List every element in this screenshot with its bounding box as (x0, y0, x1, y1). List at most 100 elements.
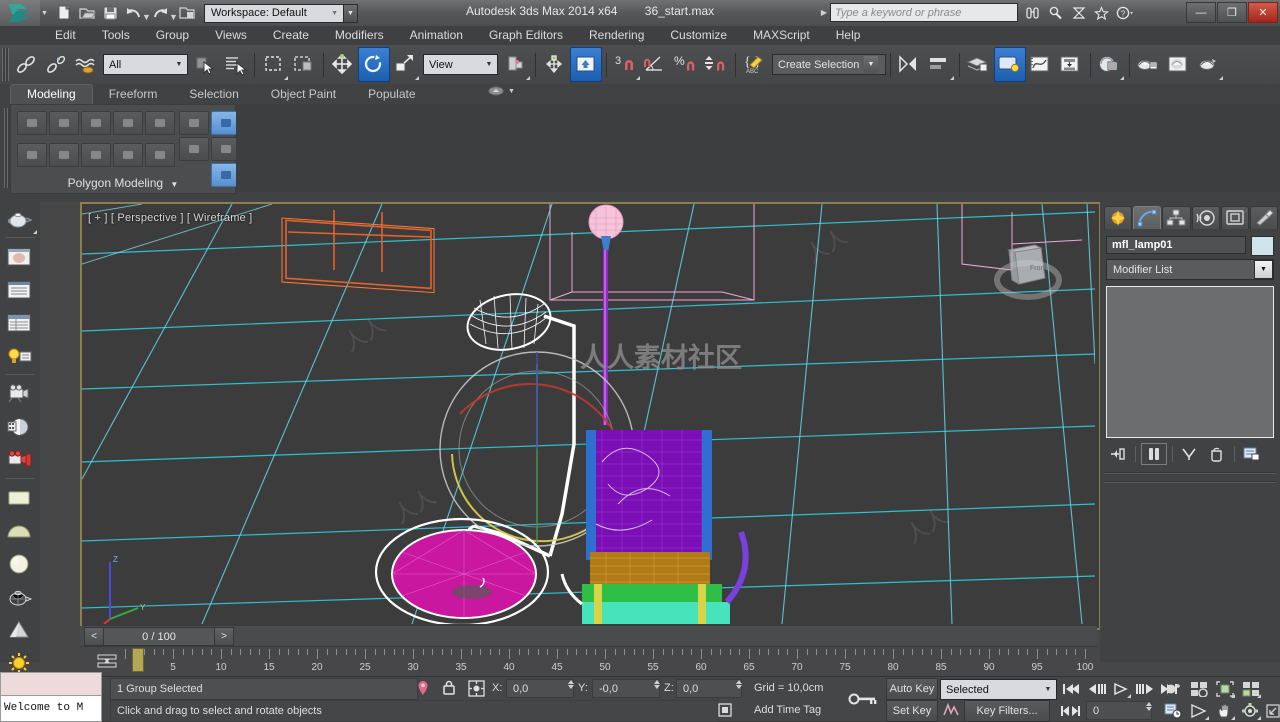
cone-primitive-icon[interactable] (0, 613, 38, 646)
mirror-icon[interactable] (895, 48, 925, 81)
key-mode-combo[interactable]: Selected ▼ (940, 679, 1057, 700)
set-key-button[interactable]: Set Key (886, 700, 938, 722)
ribbon-tab-selection[interactable]: Selection (173, 85, 254, 104)
absolute-relative-transform-icon[interactable] (466, 679, 486, 697)
maxscript-mini-listener[interactable]: Welcome to M (0, 672, 102, 722)
select-by-name-icon[interactable] (220, 48, 250, 81)
search-binoculars-icon[interactable] (1022, 3, 1043, 22)
sphere-primitive-icon[interactable] (0, 547, 38, 580)
menu-item-group[interactable]: Group (143, 26, 202, 45)
motion-tab[interactable] (1191, 206, 1220, 229)
menu-item-edit[interactable]: Edit (42, 26, 89, 45)
ribbon-tab-populate[interactable]: Populate (352, 85, 431, 104)
viewcube[interactable]: Front (989, 234, 1067, 312)
adaptive-degradation-icon[interactable] (716, 701, 734, 719)
subobject-level-icon[interactable] (145, 143, 175, 167)
select-and-scale-icon[interactable] (390, 48, 420, 81)
infocenter-expand-caret-icon[interactable]: ▶ (818, 8, 830, 17)
minimize-button[interactable]: — (1186, 2, 1216, 23)
goto-start-button[interactable] (1060, 679, 1082, 699)
favorites-star-icon[interactable] (1091, 3, 1112, 22)
auto-key-button[interactable]: Auto Key (886, 678, 938, 700)
open-file-icon[interactable] (76, 2, 98, 24)
shading-sphere-icon[interactable] (0, 410, 38, 443)
select-and-rotate-icon[interactable] (358, 47, 390, 82)
new-scene-icon[interactable] (53, 2, 75, 24)
modify-tab[interactable] (1133, 206, 1162, 229)
menu-item-create[interactable]: Create (260, 26, 322, 45)
select-and-manipulate-icon[interactable] (540, 48, 570, 81)
keyboard-shortcut-override-icon[interactable] (570, 47, 602, 82)
paint-connect-icon[interactable] (113, 143, 143, 167)
orbit-button[interactable] (1240, 701, 1262, 721)
make-unique-icon[interactable] (1178, 444, 1202, 464)
time-configuration-button[interactable] (1162, 701, 1184, 721)
menu-item-tools[interactable]: Tools (89, 26, 143, 45)
object-color-swatch[interactable] (1251, 236, 1274, 256)
remove-modifier-icon[interactable] (1205, 444, 1229, 464)
track-bar[interactable]: 5 10 15 20 25 30 35 40 45 50 55 60 65 70 75 80 85 90 95 100 (80, 646, 1097, 677)
ribbon-overflow-button[interactable]: ▼ (480, 84, 523, 99)
menu-item-views[interactable]: Views (202, 26, 260, 45)
ribbon-tab-freeform[interactable]: Freeform (93, 85, 174, 104)
render-production-icon[interactable] (1194, 48, 1224, 81)
plane-primitive-icon[interactable] (0, 481, 38, 514)
viewport-label[interactable]: [ + ] [ Perspective ] [ Wireframe ] (88, 212, 252, 224)
search-input[interactable]: Type a keyword or phrase (830, 3, 1018, 22)
undo-icon[interactable] (122, 2, 144, 24)
polygon-modeling-panel-label[interactable]: Polygon Modeling ▼ (11, 176, 235, 190)
menu-item-animation[interactable]: Animation (397, 26, 476, 45)
subscription-icon[interactable] (1068, 3, 1089, 22)
help-icon[interactable]: ? (1114, 3, 1135, 22)
close-button[interactable]: ✕ (1248, 2, 1278, 23)
named-selection-sets-combo[interactable]: Create Selection Se ▼ (772, 54, 886, 75)
rendered-frame-window-icon[interactable] (1164, 48, 1194, 81)
repeat-last-icon[interactable] (49, 143, 79, 167)
light-lister-icon[interactable] (0, 339, 38, 372)
zoom-region-button[interactable] (1240, 679, 1262, 699)
set-key-filters-toggle-icon[interactable] (940, 701, 962, 719)
menu-item-modifiers[interactable]: Modifiers (322, 26, 397, 45)
render-camera-icon[interactable] (0, 443, 38, 476)
selection-filter-combo[interactable]: All ▼ (103, 54, 188, 75)
z-coord-field[interactable]: 0,0 (676, 679, 742, 698)
modifier-list-dropdown[interactable]: Modifier List ▼ (1106, 259, 1274, 280)
reference-coordinate-system-combo[interactable]: View ▼ (423, 54, 498, 75)
configure-modifier-sets-icon[interactable] (1240, 444, 1264, 464)
zoom-extents-button[interactable] (1214, 679, 1236, 699)
utilities-tab[interactable] (1249, 206, 1279, 229)
frame-readout[interactable]: 0 / 100 (104, 627, 214, 646)
listener-input-area[interactable] (1, 673, 101, 696)
workspace-dropdown-button[interactable]: ▼ (344, 3, 358, 23)
current-frame-field[interactable]: 0 (1086, 701, 1152, 720)
align-icon[interactable] (925, 48, 955, 81)
3dsmax-logo-icon[interactable] (0, 0, 40, 26)
undo-dropdown-caret-icon[interactable]: ▼ (142, 0, 151, 26)
menu-item-customize[interactable]: Customize (657, 26, 740, 45)
perspective-viewport[interactable]: 人人素材社区 人人 人人 人人 人人 Z Y [ + ] [ Perspecti… (82, 204, 1099, 628)
display-tab[interactable] (1220, 206, 1249, 229)
camera-icon[interactable] (0, 377, 38, 410)
pin-stack-icon[interactable] (1106, 444, 1130, 464)
workspace-selector[interactable]: Workspace: Default ▼ (204, 3, 344, 23)
use-center-flyout-icon[interactable] (501, 48, 531, 81)
window-crossing-toggle-icon[interactable] (289, 48, 319, 81)
hierarchy-tab[interactable] (1162, 206, 1191, 229)
y-coord-spinner[interactable] (654, 680, 661, 689)
set-project-folder-icon[interactable] (176, 2, 198, 24)
play-animation-button[interactable] (1110, 679, 1132, 699)
menu-item-maxscript[interactable]: MAXScript (740, 26, 823, 45)
next-frame-button[interactable] (1134, 679, 1156, 699)
redo-icon[interactable] (149, 2, 171, 24)
poly-modify-edge-icon[interactable] (49, 111, 79, 135)
select-and-link-icon[interactable] (11, 48, 41, 81)
open-mini-curve-editor-icon[interactable] (96, 651, 118, 671)
key-mode-toggle-button[interactable] (1060, 701, 1082, 721)
next-frame-arrow[interactable]: > (214, 627, 234, 646)
scene-explorer-list-icon[interactable] (0, 273, 38, 306)
menu-item-graph-editors[interactable]: Graph Editors (476, 26, 576, 45)
toggle-scene-explorer-icon[interactable] (994, 47, 1026, 82)
poly-modify-vertex-icon[interactable] (17, 111, 47, 135)
info-center-icon[interactable] (1045, 3, 1066, 22)
selection-lock-toggle-icon[interactable] (440, 679, 458, 697)
